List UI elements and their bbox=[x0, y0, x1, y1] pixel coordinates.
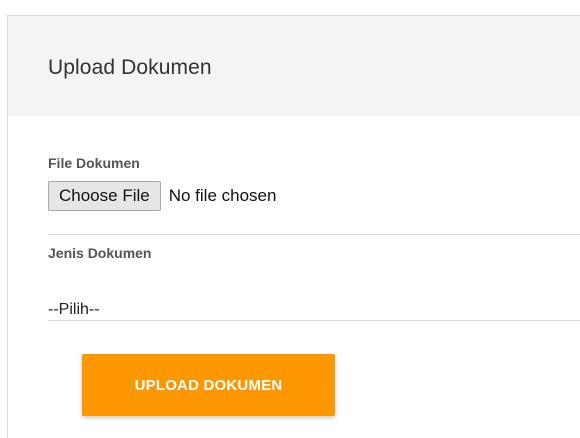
page: Upload Dokumen File Dokumen Choose File … bbox=[0, 0, 580, 438]
document-type-select[interactable]: --Pilih-- bbox=[48, 301, 100, 319]
divider-1 bbox=[48, 234, 580, 235]
card-header: Upload Dokumen bbox=[8, 16, 580, 116]
upload-card: Upload Dokumen File Dokumen Choose File … bbox=[7, 15, 580, 438]
divider-2 bbox=[48, 320, 580, 321]
file-status-text: No file chosen bbox=[168, 186, 277, 205]
file-field-label: File Dokumen bbox=[48, 155, 140, 171]
upload-document-button[interactable]: UPLOAD DOKUMEN bbox=[82, 354, 335, 416]
document-type-label: Jenis Dokumen bbox=[48, 245, 152, 261]
file-input[interactable]: Choose File No file chosen bbox=[48, 181, 276, 211]
choose-file-button[interactable]: Choose File bbox=[48, 181, 161, 211]
card-title: Upload Dokumen bbox=[48, 56, 212, 79]
